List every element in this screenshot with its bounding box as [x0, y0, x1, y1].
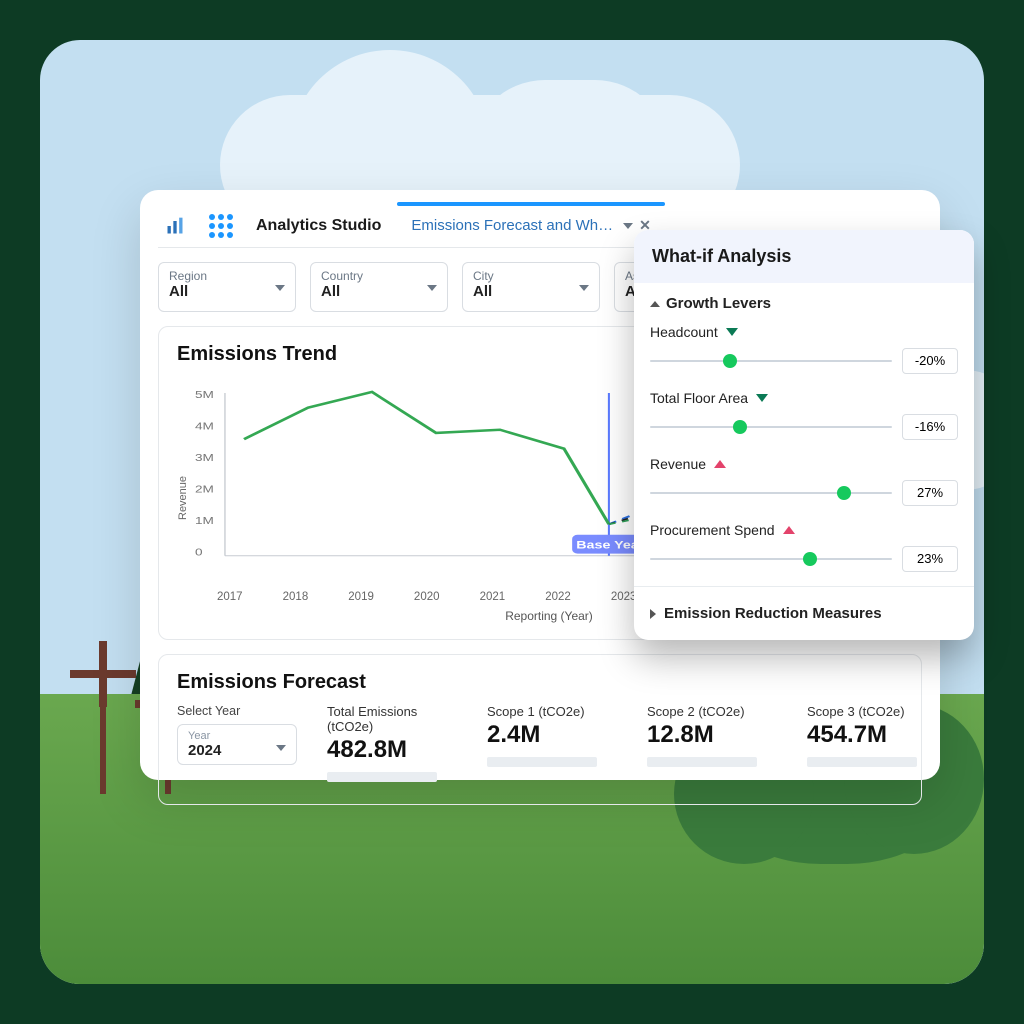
- slider-knob[interactable]: [733, 420, 747, 434]
- metric-total-emissions: Total Emissions (tCO2e) 482.8M: [327, 704, 457, 782]
- slider-track[interactable]: [650, 492, 892, 494]
- chevron-down-icon[interactable]: [623, 223, 633, 229]
- trend-up-icon: [714, 460, 726, 468]
- metric-scope3: Scope 3 (tCO2e) 454.7M: [807, 704, 937, 767]
- chart-app-icon: [158, 209, 192, 243]
- slider-value[interactable]: 27%: [902, 480, 958, 506]
- trend-down-icon: [756, 394, 768, 402]
- slider-track[interactable]: [650, 360, 892, 362]
- chevron-down-icon: [275, 285, 285, 291]
- metric-bar: [487, 757, 597, 767]
- what-if-panel: What-if Analysis Growth Levers Headcount…: [634, 230, 974, 640]
- lever-procurement: Procurement Spend 23%: [634, 516, 974, 582]
- slider-value[interactable]: -20%: [902, 348, 958, 374]
- slider-value[interactable]: -16%: [902, 414, 958, 440]
- select-year-block: Select Year Year 2024: [177, 704, 297, 765]
- svg-text:4M: 4M: [195, 420, 214, 432]
- metric-bar: [327, 772, 437, 782]
- svg-text:5M: 5M: [195, 389, 214, 401]
- metric-scope2: Scope 2 (tCO2e) 12.8M: [647, 704, 777, 767]
- slider-value[interactable]: 23%: [902, 546, 958, 572]
- metric-bar: [647, 757, 757, 767]
- y-axis-label: Revenue: [177, 372, 189, 623]
- metric-scope1: Scope 1 (tCO2e) 2.4M: [487, 704, 617, 767]
- chevron-down-icon: [579, 285, 589, 291]
- year-picker[interactable]: Year 2024: [177, 724, 297, 765]
- filter-region[interactable]: Region All: [158, 262, 296, 312]
- app-launcher-icon[interactable]: [206, 211, 236, 241]
- section-emission-reduction[interactable]: Emission Reduction Measures: [634, 591, 974, 640]
- tab-label: Emissions Forecast and Wh…: [411, 217, 613, 234]
- card-title: Emissions Forecast: [177, 671, 903, 694]
- slider-track[interactable]: [650, 558, 892, 560]
- emissions-forecast-card: Emissions Forecast Select Year Year 2024…: [158, 654, 922, 805]
- lever-headcount: Headcount -20%: [634, 318, 974, 384]
- chevron-up-icon: [650, 301, 660, 307]
- svg-text:2M: 2M: [195, 483, 214, 495]
- lever-revenue: Revenue 27%: [634, 450, 974, 516]
- tab-emissions-forecast[interactable]: Emissions Forecast and Wh… ✕: [401, 204, 660, 248]
- trend-up-icon: [783, 526, 795, 534]
- filter-country[interactable]: Country All: [310, 262, 448, 312]
- chevron-down-icon: [427, 285, 437, 291]
- trend-down-icon: [726, 328, 738, 336]
- lever-floor-area: Total Floor Area -16%: [634, 384, 974, 450]
- svg-text:1M: 1M: [195, 515, 214, 527]
- svg-text:3M: 3M: [195, 452, 214, 464]
- chevron-right-icon: [650, 609, 656, 619]
- chevron-down-icon: [276, 745, 286, 751]
- slider-knob[interactable]: [803, 552, 817, 566]
- metric-bar: [807, 757, 917, 767]
- slider-track[interactable]: [650, 426, 892, 428]
- app-name: Analytics Studio: [250, 217, 387, 235]
- svg-text:0: 0: [195, 546, 203, 558]
- slider-knob[interactable]: [837, 486, 851, 500]
- panel-title: What-if Analysis: [634, 230, 974, 283]
- section-growth-levers[interactable]: Growth Levers: [634, 283, 974, 318]
- slider-knob[interactable]: [723, 354, 737, 368]
- filter-city[interactable]: City All: [462, 262, 600, 312]
